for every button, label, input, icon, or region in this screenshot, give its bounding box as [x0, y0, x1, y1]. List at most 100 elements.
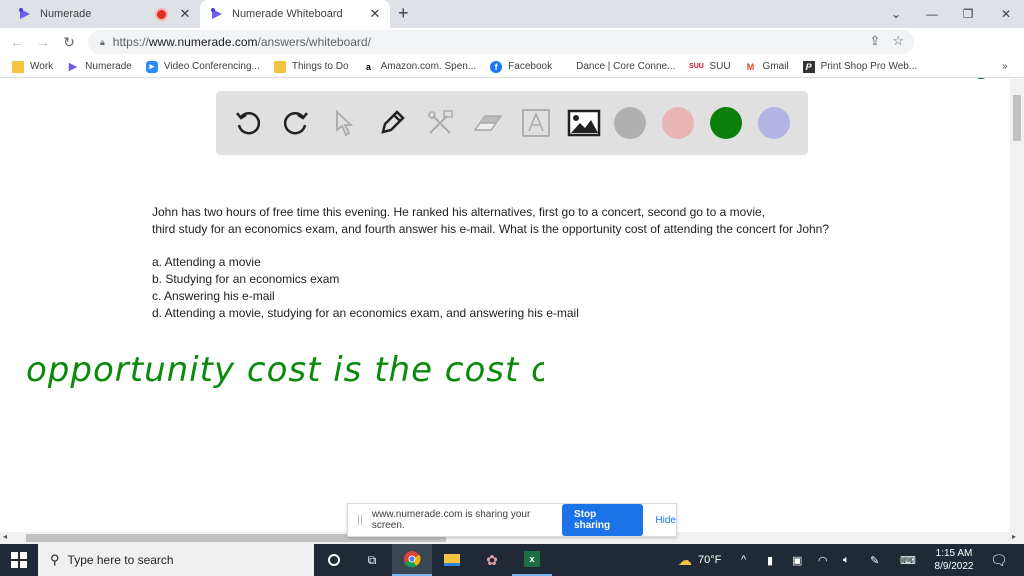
bookmarks-overflow-button[interactable]: » — [1002, 61, 1008, 72]
taskbar-app[interactable]: ✿ — [472, 544, 512, 576]
minimize-button[interactable]: — — [914, 0, 950, 28]
bookmark-gmail[interactable]: M Gmail — [745, 61, 789, 73]
wifi-icon[interactable]: ◠ — [818, 544, 828, 576]
lock-icon: 🔒︎ — [100, 36, 105, 47]
scroll-left-arrow[interactable]: ◂ — [3, 532, 7, 541]
reload-button[interactable]: ↻ — [59, 32, 79, 52]
taskbar-chrome[interactable] — [392, 544, 432, 576]
pen-tool-button[interactable] — [374, 105, 410, 141]
bookmark-video-conferencing[interactable]: ▸ Video Conferencing... — [145, 60, 260, 73]
select-tool-button[interactable] — [326, 105, 362, 141]
browser-toolbar: ← → ↻ 🔒︎ https://www.numerade.com/answer… — [0, 28, 1024, 79]
drag-handle[interactable] — [358, 515, 362, 525]
text-tool-button[interactable] — [518, 105, 554, 141]
vertical-scrollbar[interactable] — [1010, 79, 1024, 532]
color-swatch-lavender[interactable] — [758, 107, 790, 139]
bookmark-dance[interactable]: Dance | Core Conne... — [576, 61, 675, 72]
whiteboard-toolbar — [216, 91, 808, 155]
task-view-button[interactable]: ⧉ — [352, 544, 392, 576]
answer-options: a. Attending a movie b. Studying for an … — [152, 254, 579, 322]
handwritten-text: opportunity cost is the cost of — [26, 350, 544, 390]
bookmark-print-shop[interactable]: P Print Shop Pro Web... — [802, 60, 917, 73]
option-c: c. Answering his e-mail — [152, 289, 275, 303]
bookmark-label: Amazon.com. Spen... — [380, 61, 477, 72]
system-clock[interactable]: 1:15 AM 8/9/2022 — [928, 547, 980, 573]
forward-button[interactable]: → — [33, 32, 53, 52]
numerade-icon — [211, 8, 222, 19]
cursor-icon — [336, 109, 354, 137]
taskbar-excel[interactable]: x — [512, 544, 552, 576]
hide-button[interactable]: Hide — [655, 515, 676, 526]
numerade-icon — [68, 62, 78, 71]
bookmark-label: Numerade — [85, 61, 132, 72]
close-tab-icon[interactable]: ✕ — [178, 6, 192, 22]
shapes-tool-button[interactable] — [422, 105, 458, 141]
usb-icon[interactable]: ▮ — [767, 544, 773, 576]
question-text: John has two hours of free time this eve… — [152, 204, 829, 238]
color-swatch-pink[interactable] — [662, 107, 694, 139]
notification-icon: 🗨︎ — [990, 551, 1008, 568]
url-text: https://www.numerade.com/answers/whitebo… — [113, 35, 371, 49]
start-button[interactable] — [0, 544, 38, 576]
suu-icon: SUU — [689, 63, 704, 70]
zoom-icon: ▸ — [145, 60, 158, 73]
address-bar[interactable]: 🔒︎ https://www.numerade.com/answers/whit… — [88, 30, 914, 54]
volume-icon[interactable]: 🔈︎ — [843, 544, 850, 576]
share-icon[interactable]: ⇪ — [869, 33, 880, 49]
stop-sharing-button[interactable]: Stop sharing — [562, 504, 644, 536]
restore-button[interactable]: ❐ — [950, 0, 986, 28]
color-swatch-gray[interactable] — [614, 107, 646, 139]
pencil-icon — [381, 110, 405, 134]
bookmark-things-to-do[interactable]: Things to Do — [273, 60, 349, 73]
show-hidden-icons-button[interactable]: ^ — [741, 544, 746, 576]
search-icon: ⚲ — [50, 552, 60, 567]
color-swatch-green[interactable] — [710, 107, 742, 139]
windows-icon — [11, 552, 27, 568]
folder-icon — [444, 554, 460, 566]
cortana-button[interactable] — [314, 544, 354, 576]
taskbar-file-explorer[interactable] — [432, 544, 472, 576]
bookmark-numerade[interactable]: Numerade — [67, 61, 132, 73]
chrome-icon — [404, 551, 421, 568]
notifications-button[interactable]: 🗨︎ — [990, 544, 1008, 576]
meet-now-icon[interactable]: ▣ — [792, 544, 802, 576]
bookmark-suu[interactable]: SUU SUU — [689, 61, 731, 73]
scroll-right-arrow[interactable]: ▸ — [1012, 532, 1016, 541]
app-icon: ✿ — [486, 551, 498, 568]
taskbar-search[interactable]: ⚲ Type here to search — [38, 544, 314, 576]
bookmark-label: Facebook — [508, 61, 553, 72]
tab-search-icon[interactable]: ⌄ — [878, 0, 914, 28]
facebook-icon: f — [490, 60, 503, 73]
pen-workspace-icon[interactable]: ✎ — [870, 544, 879, 576]
bookmark-facebook[interactable]: f Facebook — [490, 60, 553, 73]
bookmark-label: Work — [30, 61, 54, 72]
tab-strip: Numerade ✕ Numerade Whiteboard ✕ + ⌄ — ❐… — [0, 0, 1024, 28]
scrollbar-thumb[interactable] — [1013, 95, 1021, 141]
back-button[interactable]: ← — [7, 32, 27, 52]
url-path: /answers/whiteboard/ — [257, 35, 371, 49]
bookmark-work[interactable]: Work — [12, 60, 54, 73]
weather-widget[interactable]: ☁ 70°F — [678, 544, 721, 576]
url-host: www.numerade.com — [148, 35, 258, 49]
amazon-icon: a — [366, 61, 372, 72]
windows-taskbar: ⚲ Type here to search ⧉ ✿ x ☁ 70°F ^ ▮ ▣… — [0, 544, 1024, 576]
clock-time: 1:15 AM — [935, 548, 973, 559]
redo-button[interactable] — [278, 105, 314, 141]
eraser-tool-button[interactable] — [470, 105, 506, 141]
tab-numerade-whiteboard[interactable]: Numerade Whiteboard ✕ — [200, 0, 390, 28]
close-window-button[interactable]: ✕ — [988, 0, 1024, 28]
keyboard-icon[interactable]: ⌨ — [900, 544, 916, 576]
numerade-icon — [19, 8, 30, 19]
bookmark-label: Video Conferencing... — [163, 61, 260, 72]
bookmark-star-icon[interactable]: ☆ — [892, 33, 904, 49]
bookmark-amazon[interactable]: a Amazon.com. Spen... — [363, 61, 477, 73]
undo-button[interactable] — [230, 105, 266, 141]
tools-icon — [428, 110, 453, 134]
search-placeholder: Type here to search — [67, 553, 174, 567]
close-tab-icon[interactable]: ✕ — [368, 6, 382, 22]
tab-numerade[interactable]: Numerade ✕ — [8, 0, 200, 28]
image-tool-button[interactable] — [566, 105, 602, 141]
option-d: d. Attending a movie, studying for an ec… — [152, 306, 579, 320]
option-b: b. Studying for an economics exam — [152, 272, 340, 286]
new-tab-button[interactable]: + — [398, 3, 409, 24]
